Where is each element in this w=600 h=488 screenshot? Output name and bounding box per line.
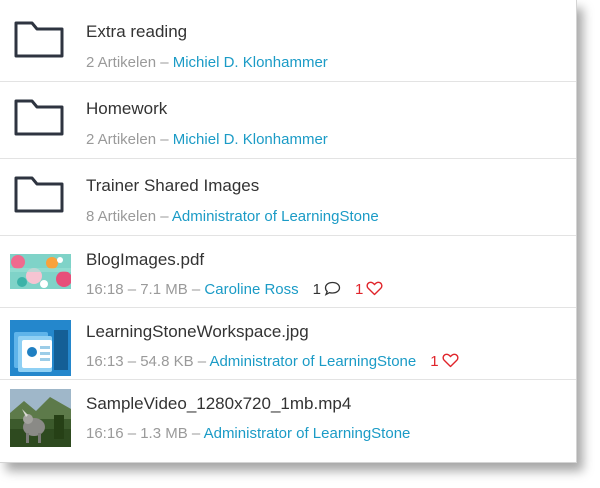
author-link[interactable]: Michiel D. Klonhammer — [173, 54, 328, 71]
item-title[interactable]: Trainer Shared Images — [86, 176, 259, 196]
author-link[interactable]: Administrator of LearningStone — [204, 425, 411, 442]
comment-count[interactable]: 1 — [313, 281, 341, 298]
author-link[interactable]: Administrator of LearningStone — [172, 208, 379, 225]
heart-icon — [366, 281, 383, 296]
folder-icon — [14, 176, 64, 213]
like-count[interactable]: 1 — [355, 281, 383, 298]
item-title[interactable]: Homework — [86, 99, 167, 119]
item-title[interactable]: LearningStoneWorkspace.jpg — [86, 322, 309, 342]
author-link[interactable]: Michiel D. Klonhammer — [173, 131, 328, 148]
heart-icon — [442, 353, 459, 368]
like-count[interactable]: 1 — [430, 353, 459, 370]
workspace-screenshot-thumbnail[interactable] — [10, 320, 71, 376]
folder-icon — [14, 21, 64, 58]
item-title[interactable]: SampleVideo_1280x720_1mb.mp4 — [86, 394, 351, 414]
file-list: Extra reading 2 Artikelen – Michiel D. K… — [0, 0, 577, 463]
list-item-file-blogimages[interactable]: BlogImages.pdf 16:18 – 7.1 MB – Caroline… — [0, 236, 576, 308]
author-link[interactable]: Administrator of LearningStone — [209, 353, 416, 370]
list-item-folder-homework[interactable]: Homework 2 Artikelen – Michiel D. Klonha… — [0, 82, 576, 159]
list-item-folder-trainer-shared-images[interactable]: Trainer Shared Images 8 Artikelen – Admi… — [0, 159, 576, 236]
colorful-pattern-thumbnail[interactable] — [10, 254, 71, 289]
folder-icon — [14, 99, 64, 136]
item-meta: 16:16 – 1.3 MB – Administrator of Learni… — [86, 425, 411, 442]
item-title[interactable]: BlogImages.pdf — [86, 250, 204, 270]
video-still-thumbnail[interactable] — [10, 389, 71, 447]
item-meta: 16:13 – 54.8 KB – Administrator of Learn… — [86, 353, 459, 370]
item-meta: 16:18 – 7.1 MB – Caroline Ross 1 1 — [86, 281, 383, 298]
author-link[interactable]: Caroline Ross — [204, 281, 298, 298]
item-meta: 8 Artikelen – Administrator of LearningS… — [86, 208, 379, 225]
comment-icon — [324, 281, 341, 296]
list-item-file-learningstoneworkspace[interactable]: LearningStoneWorkspace.jpg 16:13 – 54.8 … — [0, 308, 576, 380]
list-item-file-samplevideo[interactable]: SampleVideo_1280x720_1mb.mp4 16:16 – 1.3… — [0, 380, 576, 456]
item-meta: 2 Artikelen – Michiel D. Klonhammer — [86, 131, 328, 148]
list-item-folder-extra-reading[interactable]: Extra reading 2 Artikelen – Michiel D. K… — [0, 0, 576, 82]
item-title[interactable]: Extra reading — [86, 22, 187, 42]
item-meta: 2 Artikelen – Michiel D. Klonhammer — [86, 54, 328, 71]
